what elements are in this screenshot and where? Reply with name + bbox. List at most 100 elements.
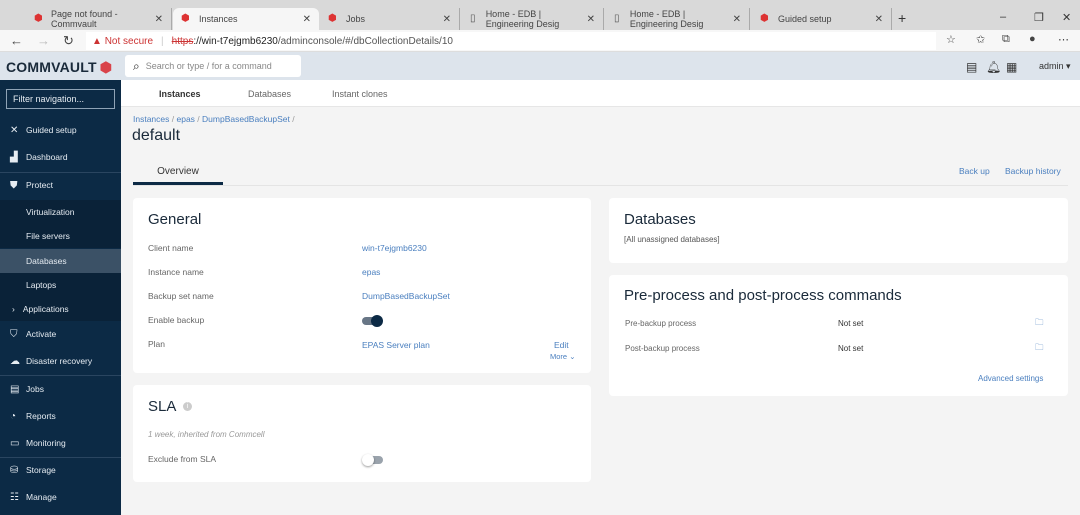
sidebar-item-disaster-recovery[interactable]: ☁ Disaster recovery xyxy=(0,349,121,373)
close-tab-icon[interactable]: ✕ xyxy=(155,14,163,25)
sidebar-item-reports[interactable]: ◔ Reports xyxy=(0,404,121,428)
job-schedule-icon[interactable]: ▤ xyxy=(966,60,977,74)
commvault-favicon: ⬢ xyxy=(34,13,43,24)
sidebar-item-storage[interactable]: ⛁ Storage xyxy=(0,458,121,482)
close-window-icon[interactable]: ✕ xyxy=(1062,11,1071,24)
back-icon[interactable]: ← xyxy=(10,33,23,48)
minimize-icon[interactable]: – xyxy=(1000,11,1006,23)
sidebar-item-file-servers[interactable]: File servers xyxy=(0,224,121,248)
breadcrumb-backupset[interactable]: DumpBasedBackupSet xyxy=(202,114,290,124)
info-icon[interactable]: i xyxy=(183,402,192,411)
url-input[interactable]: ▲ Not secure | https://win-t7ejgmb6230/a… xyxy=(86,32,936,50)
subnav-instant-clones[interactable]: Instant clones xyxy=(332,89,388,99)
sidebar-item-databases[interactable]: Databases xyxy=(0,249,121,273)
activate-icon: ⛉ xyxy=(10,328,18,340)
card-title: General xyxy=(148,211,202,228)
chevron-right-icon: › xyxy=(12,304,15,314)
advanced-settings-link[interactable]: Advanced settings xyxy=(978,374,1043,383)
search-input[interactable]: ⌕ Search or type / for a command xyxy=(125,55,301,77)
backup-history-link[interactable]: Backup history xyxy=(1005,166,1061,176)
back-up-link[interactable]: Back up xyxy=(959,166,990,176)
browser-tab-active[interactable]: ⬢ Instances ✕ xyxy=(173,8,319,30)
more-menu-icon[interactable]: ⋯ xyxy=(1058,33,1069,46)
new-tab-icon[interactable]: + xyxy=(898,10,906,26)
instance-name-link[interactable]: epas xyxy=(362,267,380,277)
chevron-down-icon: ⌄ xyxy=(569,352,576,361)
sidebar-item-guided-setup[interactable]: ✕ Guided setup xyxy=(0,118,121,142)
filter-navigation-input[interactable]: Filter navigation... xyxy=(6,89,115,109)
browser-tab[interactable]: ▯ Home - EDB | Engineering Desig ✕ xyxy=(462,8,604,30)
backup-set-link[interactable]: DumpBasedBackupSet xyxy=(362,291,450,301)
close-tab-icon[interactable]: ✕ xyxy=(587,14,595,25)
general-card: General Client name win-t7ejgmb6230 Inst… xyxy=(133,198,591,373)
favorite-add-icon[interactable]: ☆ xyxy=(946,33,956,46)
sidebar-item-monitoring[interactable]: ▭ Monitoring xyxy=(0,431,121,455)
tab-overview[interactable]: Overview xyxy=(133,158,223,185)
collections-icon[interactable]: ⧉ xyxy=(1002,33,1010,46)
user-menu[interactable]: admin ▾ xyxy=(1039,61,1071,72)
subnav-instances[interactable]: Instances xyxy=(159,89,201,99)
sidebar-item-virtualization[interactable]: Virtualization xyxy=(0,200,121,224)
forward-icon[interactable]: → xyxy=(37,33,50,48)
reload-icon[interactable]: ↻ xyxy=(63,33,74,49)
post-backup-value: Not set xyxy=(838,344,864,353)
edit-plan-link[interactable]: Edit xyxy=(554,340,569,350)
browser-tab[interactable]: ⬢ Page not found - Commvault ✕ xyxy=(26,8,172,30)
page-title: default xyxy=(132,127,181,144)
label: Manage xyxy=(26,492,57,502)
browser-tab[interactable]: ⬢ Guided setup ✕ xyxy=(752,8,892,30)
commvault-logo[interactable]: COMMVAULT ⬢ xyxy=(6,59,112,76)
breadcrumb-epas[interactable]: epas xyxy=(176,114,194,124)
tab-label: Home - EDB | Engineering Desig xyxy=(485,9,560,29)
sidebar-item-dashboard[interactable]: ▟ Dashboard xyxy=(0,145,121,169)
breadcrumb-instances[interactable]: Instances xyxy=(133,114,169,124)
jobs-icon: ▤ xyxy=(10,383,20,395)
exclude-sla-toggle[interactable] xyxy=(362,454,383,466)
exclude-sla-label: Exclude from SLA xyxy=(148,454,217,464)
url-host: ://win-t7ejgmb6230 xyxy=(193,35,278,47)
backup-set-label: Backup set name xyxy=(148,291,214,301)
tab-label: Guided setup xyxy=(778,14,832,24)
tab-label: Home - EDB | Engineering Desig xyxy=(629,9,704,29)
sidebar-item-laptops[interactable]: Laptops xyxy=(0,273,121,297)
plan-link[interactable]: EPAS Server plan xyxy=(362,340,430,350)
bell-icon[interactable]: 🔔︎ xyxy=(986,60,1001,74)
restore-icon[interactable]: ❐ xyxy=(1034,11,1044,24)
subnav-databases[interactable]: Databases xyxy=(248,89,291,99)
pre-backup-value: Not set xyxy=(838,319,864,328)
more-dropdown[interactable]: More ⌄ xyxy=(550,352,575,361)
page-icon: ▯ xyxy=(470,13,476,24)
label: Monitoring xyxy=(26,438,66,448)
plan-label: Plan xyxy=(148,339,166,349)
sla-note: 1 week, inherited from Commcell xyxy=(148,430,265,439)
browser-tab[interactable]: ▯ Home - EDB | Engineering Desig ✕ xyxy=(606,8,750,30)
label: Virtualization xyxy=(26,207,75,217)
sidebar-item-applications[interactable]: › Applications xyxy=(0,297,121,321)
apps-grid-icon[interactable]: ▦ xyxy=(1006,60,1017,74)
manage-icon: ☷ xyxy=(10,491,19,503)
cube-icon: ⬢ xyxy=(99,59,113,75)
sidebar-item-manage[interactable]: ☷ Manage xyxy=(0,485,121,509)
browser-tab[interactable]: ⬢ Jobs ✕ xyxy=(320,8,460,30)
close-tab-icon[interactable]: ✕ xyxy=(443,14,451,25)
label: Reports xyxy=(26,411,56,421)
address-bar: ← → ↻ ▲ Not secure | https://win-t7ejgmb… xyxy=(0,30,1080,52)
folder-browse-icon[interactable]: 🗀︎ xyxy=(1035,342,1044,356)
sidebar-item-activate[interactable]: ⛉ Activate xyxy=(0,322,121,346)
sidebar-item-jobs[interactable]: ▤ Jobs xyxy=(0,377,121,401)
sidebar-item-protect[interactable]: ⛊ Protect xyxy=(0,173,121,197)
enable-backup-label: Enable backup xyxy=(148,315,205,325)
card-title: SLA xyxy=(148,398,177,415)
client-name-link[interactable]: win-t7ejgmb6230 xyxy=(362,243,427,253)
enable-backup-toggle[interactable] xyxy=(362,315,383,327)
not-secure-warning[interactable]: ▲ Not secure xyxy=(92,36,153,47)
folder-browse-icon[interactable]: 🗀︎ xyxy=(1035,317,1044,331)
app-header: COMMVAULT ⬢ ⌕ Search or type / for a comma… xyxy=(0,52,1080,80)
user-name: admin xyxy=(1039,61,1064,71)
close-tab-icon[interactable]: ✕ xyxy=(303,14,311,25)
close-tab-icon[interactable]: ✕ xyxy=(733,14,741,25)
close-tab-icon[interactable]: ✕ xyxy=(875,14,883,25)
favorites-icon[interactable]: ✩ xyxy=(976,33,985,46)
search-placeholder: Search or type / for a command xyxy=(145,61,272,71)
profile-avatar[interactable]: ● xyxy=(1029,33,1036,45)
